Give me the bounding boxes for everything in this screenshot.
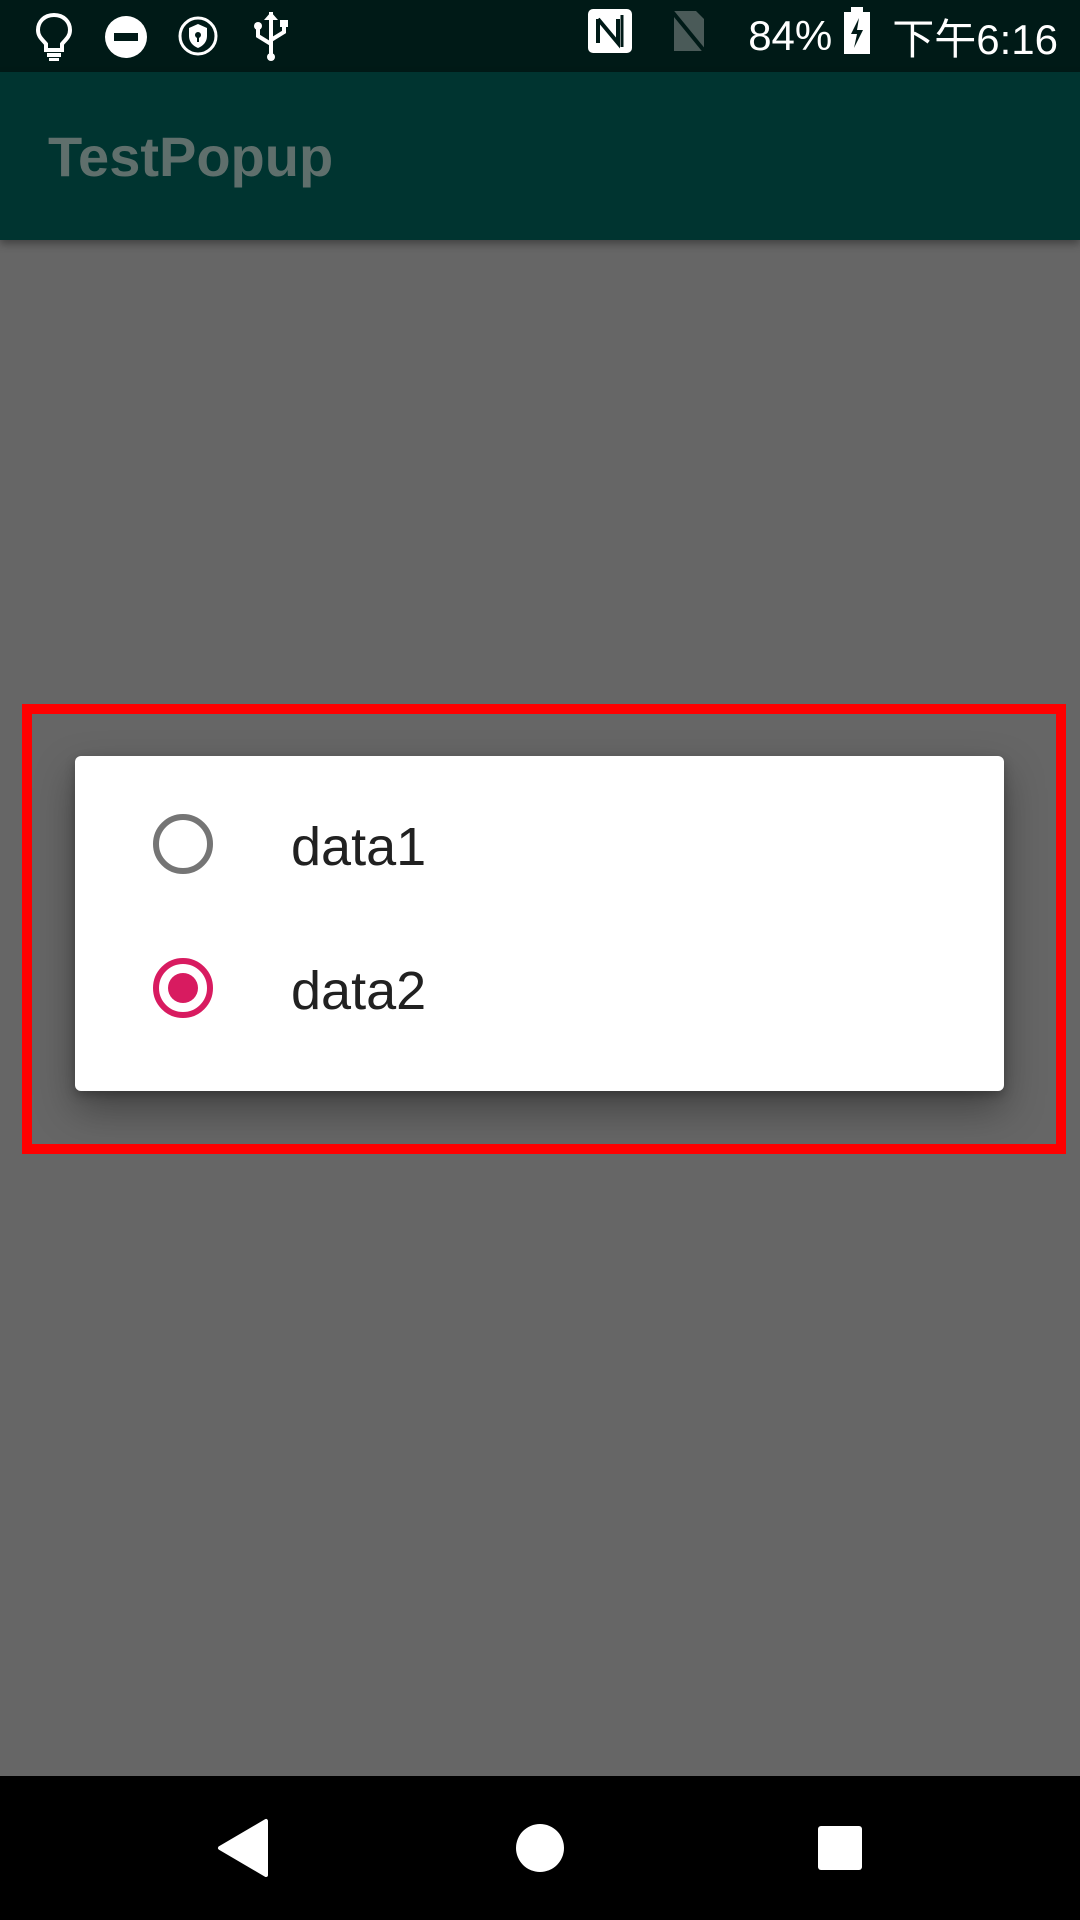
option-label: data1 [291, 817, 427, 877]
popup-menu: data1 data2 [75, 756, 1004, 1091]
status-bar: 84% 下午6:16 [0, 0, 1080, 72]
clock: 下午6:16 [892, 15, 1058, 63]
radio-checked-icon[interactable] [153, 958, 213, 1018]
status-bar-right: 84% 下午6:16 [568, 0, 1058, 72]
nfc-icon [586, 7, 634, 65]
battery-percent: 84% [748, 12, 833, 59]
battery-charging-icon [842, 6, 872, 66]
app-title: TestPopup [48, 125, 334, 188]
option-label: data2 [291, 961, 427, 1021]
radio-unchecked-icon[interactable] [153, 814, 213, 874]
home-button[interactable] [470, 1776, 610, 1920]
radio-option-data2[interactable]: data2 [75, 922, 1004, 1052]
back-button[interactable] [172, 1776, 312, 1920]
do-not-disturb-icon [103, 14, 149, 65]
back-icon [218, 1819, 268, 1877]
lightbulb-icon [34, 12, 74, 67]
vpn-shield-icon [178, 14, 218, 63]
usb-icon [250, 10, 292, 67]
recents-button[interactable] [770, 1776, 910, 1920]
navigation-bar [0, 1776, 1080, 1920]
recents-icon [818, 1826, 862, 1870]
app-bar: TestPopup [0, 72, 1080, 240]
no-sim-icon [668, 7, 708, 65]
radio-option-data1[interactable]: data1 [75, 778, 1004, 908]
home-icon [516, 1824, 564, 1872]
